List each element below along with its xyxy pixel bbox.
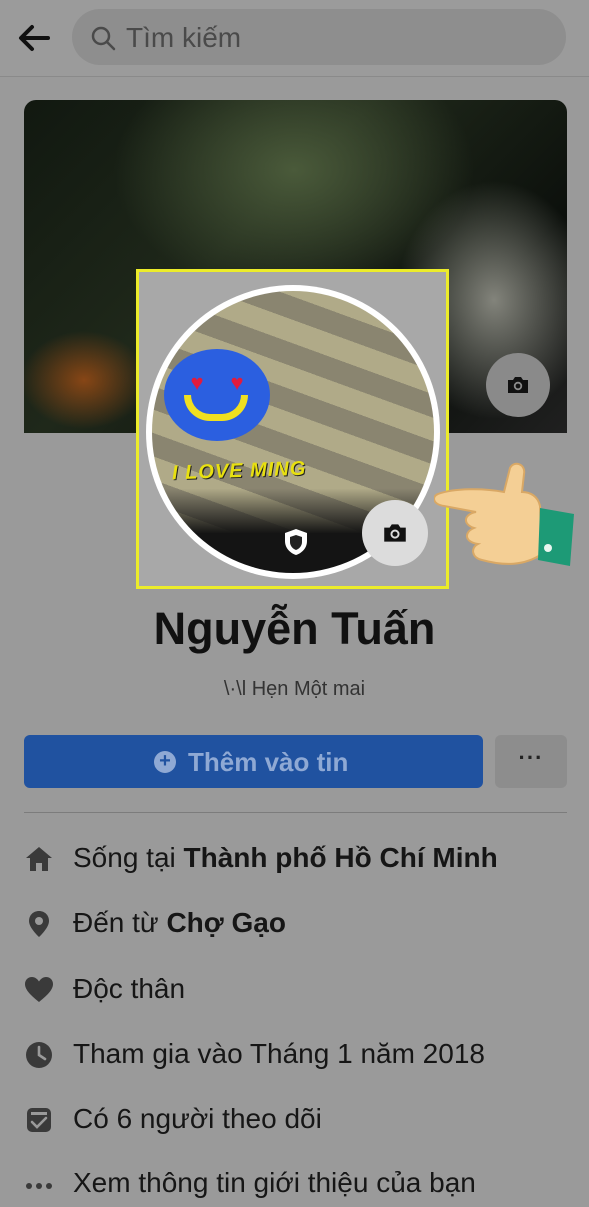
- pointing-hand-icon: [434, 462, 574, 566]
- smile-mouth: [184, 395, 248, 421]
- heart-eye-left-icon: ♥: [190, 370, 204, 395]
- back-arrow-icon: [19, 25, 50, 51]
- add-to-story-button[interactable]: + Thêm vào tin: [24, 735, 483, 788]
- info-item-see-about[interactable]: Xem thông tin giới thiệu của bạn: [24, 1163, 584, 1207]
- profile-guard-shield-icon: [285, 529, 307, 555]
- heart-eye-right-icon: ♥: [230, 370, 244, 395]
- divider: [24, 812, 567, 813]
- location-pin-icon: [29, 911, 49, 937]
- search-placeholder: Tìm kiếm: [126, 22, 242, 53]
- search-icon: [91, 26, 116, 51]
- camera-icon: [384, 524, 406, 542]
- info-prefix: Tham gia vào Tháng 1 năm 2018: [73, 1038, 485, 1069]
- info-value: Chợ Gạo: [166, 907, 286, 938]
- info-prefix: Xem thông tin giới thiệu của bạn: [73, 1167, 476, 1198]
- info-value: Thành phố Hồ Chí Minh: [183, 842, 498, 873]
- info-prefix: Độc thân: [73, 973, 186, 1004]
- more-options-button[interactable]: ···: [495, 735, 567, 788]
- info-item-relationship[interactable]: Độc thân: [24, 969, 584, 1013]
- profile-name: Nguyễn Tuấn: [153, 603, 436, 654]
- more-dots-icon: [26, 1183, 52, 1189]
- info-item-joined[interactable]: Tham gia vào Tháng 1 năm 2018: [24, 1034, 584, 1078]
- edit-avatar-button[interactable]: [362, 500, 428, 566]
- info-prefix: Sống tại: [73, 842, 184, 873]
- back-button[interactable]: [14, 18, 56, 58]
- info-item-from[interactable]: Đến từ Chợ Gạo: [24, 903, 584, 947]
- clock-icon: [26, 1042, 52, 1068]
- add-to-story-label: Thêm vào tin: [188, 747, 349, 777]
- info-item-lives-in[interactable]: Sống tại Thành phố Hồ Chí Minh: [24, 838, 584, 882]
- plus-circle-icon: +: [154, 751, 176, 773]
- info-prefix: Có 6 người theo dõi: [73, 1103, 322, 1134]
- followers-icon: [27, 1108, 51, 1132]
- heart-icon: [25, 977, 53, 1002]
- home-icon: [26, 847, 52, 871]
- info-item-followers[interactable]: Có 6 người theo dõi: [24, 1099, 584, 1143]
- search-bar[interactable]: Tìm kiếm: [72, 9, 566, 65]
- top-bar: Tìm kiếm: [0, 0, 589, 77]
- edit-cover-photo-button[interactable]: [486, 353, 550, 417]
- avatar-caption: I LOVE MING: [171, 457, 307, 485]
- camera-icon: [508, 377, 528, 393]
- info-prefix: Đến từ: [73, 907, 167, 938]
- heart-eyes-emoji: ♥ ♥: [164, 349, 270, 441]
- profile-bio: \·\l Hẹn Một mai: [223, 678, 366, 700]
